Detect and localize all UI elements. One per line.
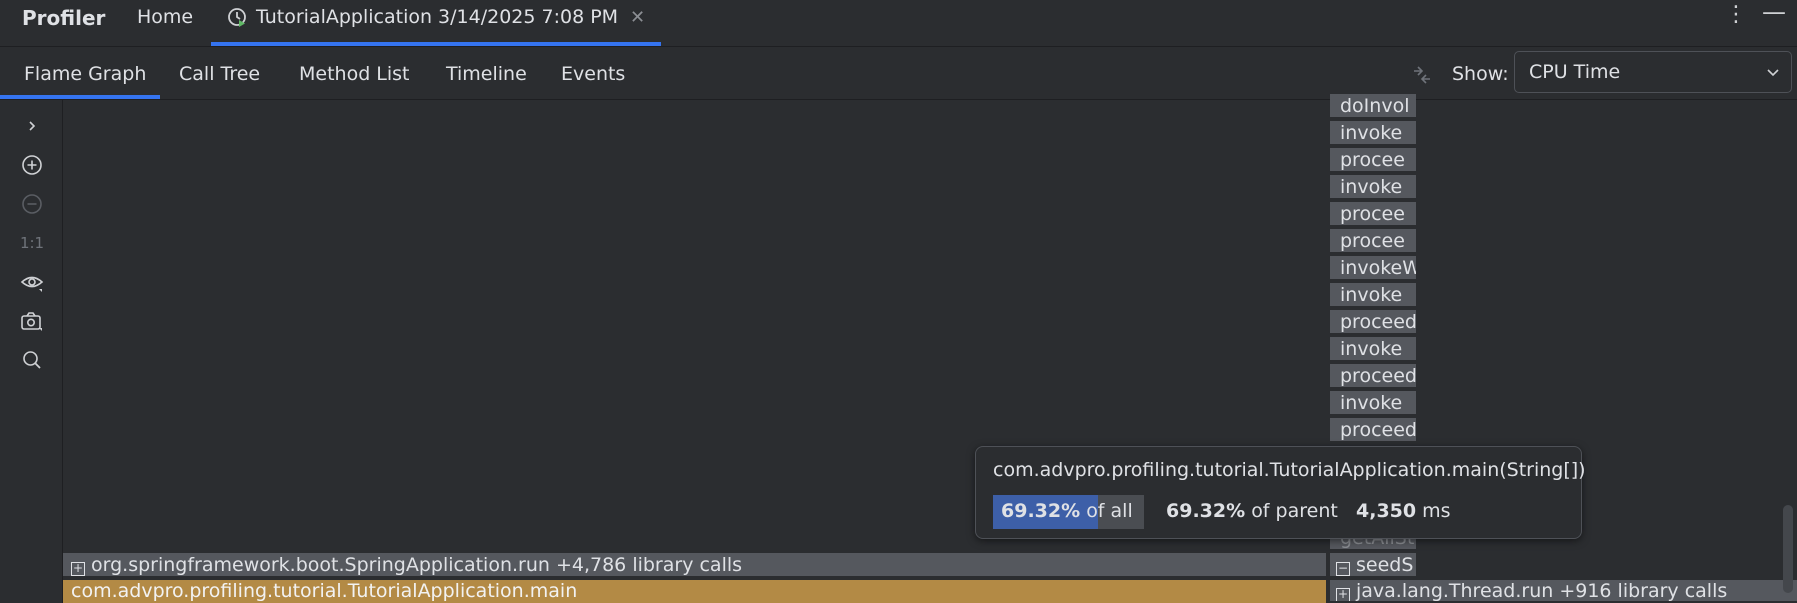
flame-frame[interactable]: invoke xyxy=(1330,283,1416,308)
flame-frame-thread[interactable]: + java.lang.Thread.run +916 library calls xyxy=(1330,580,1797,603)
flame-frame[interactable]: procee xyxy=(1330,148,1416,173)
flame-frame[interactable]: doInvol xyxy=(1330,94,1416,119)
spring-frame-label: org.springframework.boot.SpringApplicati… xyxy=(91,554,743,576)
flame-frame-seed[interactable]: − seedS xyxy=(1330,553,1416,578)
flame-frame[interactable]: proceed xyxy=(1330,364,1416,389)
active-tab-indicator xyxy=(0,95,160,99)
show-label: Show: xyxy=(1452,63,1509,85)
of-all-text: 69.32% of all xyxy=(1001,500,1133,522)
flame-frame[interactable]: procee xyxy=(1330,202,1416,227)
flame-frame[interactable]: invoke xyxy=(1330,121,1416,146)
session-tab-label: TutorialApplication 3/14/2025 7:08 PM xyxy=(256,6,619,28)
seed-frame-label: seedS xyxy=(1356,554,1414,576)
graph-toolbar: 1:1 xyxy=(0,100,63,603)
expand-frame-icon[interactable]: + xyxy=(71,562,85,576)
reset-zoom-button[interactable]: 1:1 xyxy=(20,231,44,255)
tab-events[interactable]: Events xyxy=(561,63,625,85)
collapse-frame-icon[interactable]: − xyxy=(1336,562,1350,576)
time-value: 4,350 xyxy=(1356,500,1417,522)
tab-flame-graph[interactable]: Flame Graph xyxy=(24,63,146,85)
flame-frame[interactable]: procee xyxy=(1330,229,1416,254)
expand-frame-icon[interactable]: + xyxy=(1336,588,1350,601)
vertical-scrollbar[interactable] xyxy=(1783,505,1793,593)
of-all-bar: 69.32% of all xyxy=(993,495,1144,529)
of-all-label: of all xyxy=(1086,500,1133,522)
more-vertical-icon[interactable]: ⋮ xyxy=(1725,2,1747,27)
thread-frame-label: java.lang.Thread.run +916 library calls xyxy=(1356,580,1728,602)
time-unit: ms xyxy=(1422,500,1451,522)
profiler-clock-icon xyxy=(228,8,246,27)
expand-panel-icon[interactable] xyxy=(20,114,44,138)
frame-tooltip: com.advpro.profiling.tutorial.TutorialAp… xyxy=(975,446,1586,539)
tab-method-list[interactable]: Method List xyxy=(299,63,410,85)
close-icon[interactable]: ✕ xyxy=(630,7,645,28)
top-bar: Profiler Home TutorialApplication 3/14/2… xyxy=(0,0,1797,47)
flame-frame[interactable]: proceed xyxy=(1330,418,1416,443)
chevron-down-icon xyxy=(1767,69,1779,77)
tab-session[interactable]: TutorialApplication 3/14/2025 7:08 PM xyxy=(226,6,618,28)
tab-home[interactable]: Home xyxy=(137,6,193,28)
show-dropdown[interactable]: CPU Time xyxy=(1514,51,1792,93)
collapse-arrows-icon[interactable] xyxy=(1408,61,1436,89)
reset-zoom-label: 1:1 xyxy=(19,234,45,252)
show-dropdown-value: CPU Time xyxy=(1529,61,1621,83)
flame-frame[interactable]: proceed xyxy=(1330,310,1416,335)
session-tab-indicator xyxy=(211,42,661,46)
flame-frame[interactable]: invokeW xyxy=(1330,256,1416,281)
of-parent-label: of parent xyxy=(1251,500,1338,522)
flame-frame[interactable]: invoke xyxy=(1330,391,1416,416)
of-all-percent: 69.32% xyxy=(1001,500,1081,522)
search-icon[interactable] xyxy=(20,348,44,372)
of-parent-stat: 69.32% of parent xyxy=(1166,500,1338,522)
time-stat: 4,350 ms xyxy=(1356,500,1451,522)
tab-timeline[interactable]: Timeline xyxy=(446,63,527,85)
camera-icon[interactable] xyxy=(20,309,44,333)
flame-frame[interactable]: invoke xyxy=(1330,175,1416,200)
eye-icon[interactable] xyxy=(20,270,44,294)
tooltip-title: com.advpro.profiling.tutorial.TutorialAp… xyxy=(993,459,1586,481)
of-parent-percent: 69.32% xyxy=(1166,500,1246,522)
zoom-in-icon[interactable] xyxy=(20,153,44,177)
app-title: Profiler xyxy=(22,6,106,30)
view-tabbar: Flame Graph Call Tree Method List Timeli… xyxy=(0,47,1797,100)
flame-frame-main[interactable]: com.advpro.profiling.tutorial.TutorialAp… xyxy=(63,580,1326,603)
zoom-out-icon[interactable] xyxy=(20,192,44,216)
tab-call-tree[interactable]: Call Tree xyxy=(179,63,260,85)
minimize-icon[interactable]: — xyxy=(1762,0,1786,26)
flame-frame-spring[interactable]: + org.springframework.boot.SpringApplicat… xyxy=(63,553,1326,578)
flame-frame[interactable]: invoke xyxy=(1330,337,1416,362)
